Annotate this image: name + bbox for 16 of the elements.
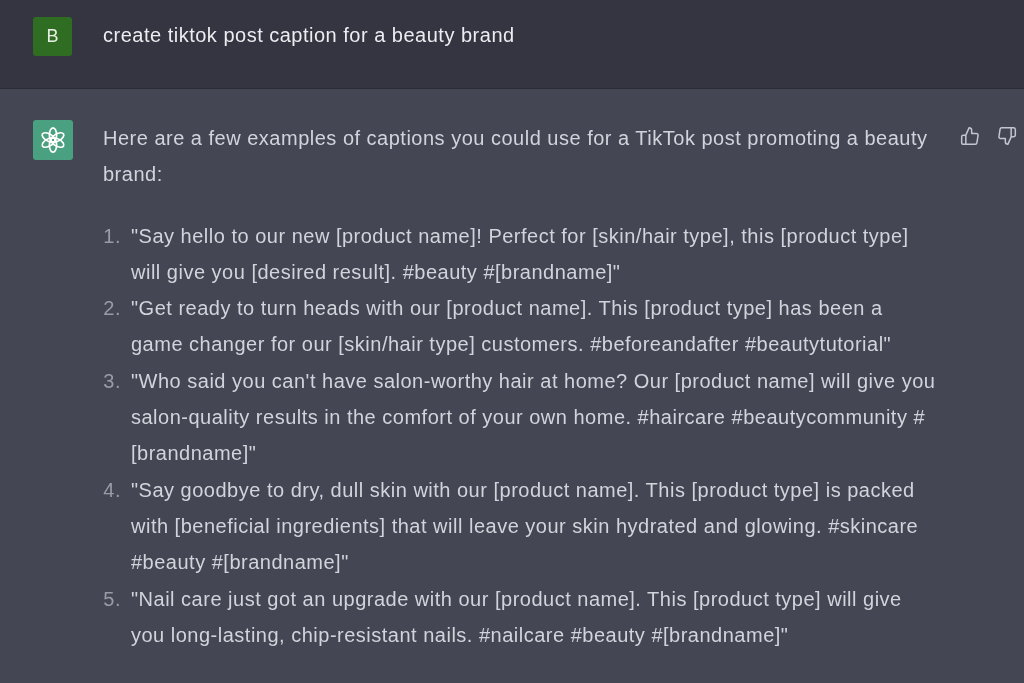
caption-text: "Say goodbye to dry, dull skin with our [product name]. This [product type] is packed with [beneficial ingredients] that will leave your skin hydrated and glowing. #skincare #beauty #[brandname]": [131, 477, 920, 576]
response-intro: Here are a few examples of captions you could use for a TikTok post promoting a beauty brand:: [103, 126, 929, 188]
thumbs-down-icon[interactable]: [997, 126, 1017, 146]
caption-text: "Who said you can't have salon-worthy hair at home? Our [product name] will give you salon-quality results in the comfort of your own home. #haircare #beautycommunity #[brandname]": [131, 368, 937, 467]
caption-text: "Say hello to our new [product name]! Perfect for [skin/hair type], this [product type] will give you [desired result]. #beauty #[brandname]": [131, 223, 910, 285]
atom-logo-icon: [33, 120, 73, 160]
list-number: 5.: [103, 586, 121, 612]
list-number: 3.: [103, 368, 121, 394]
caption-text: "Get ready to turn heads with our [product name]. This [product type] has been a game changer for our [skin/hair type] customers. #beforeandafter #beautytutorial": [131, 296, 893, 358]
prompt-text: create tiktok post caption for a beauty brand: [103, 23, 515, 48]
thumbs-up-icon[interactable]: [960, 126, 980, 146]
list-number: 1.: [103, 223, 121, 249]
user-avatar: B: [33, 17, 72, 56]
list-number: 4.: [103, 477, 121, 503]
list-number: 2.: [103, 296, 121, 322]
caption-text: "Nail care just got an upgrade with our [product name]. This [product type] will give you long-lasting, chip-resistant nails. #nailcare #beauty #[brandname]": [131, 586, 903, 648]
